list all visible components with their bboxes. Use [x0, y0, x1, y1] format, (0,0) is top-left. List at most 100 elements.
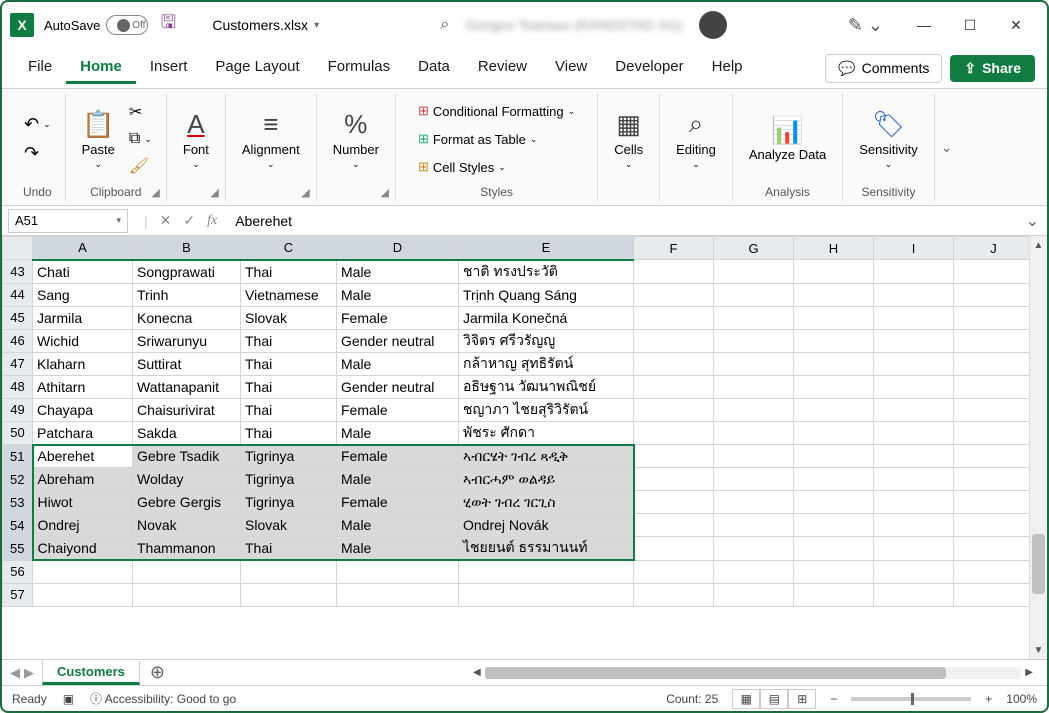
cell-D55[interactable]: Male — [337, 537, 459, 561]
cell-I47[interactable] — [874, 352, 954, 375]
row-header-53[interactable]: 53 — [3, 491, 33, 514]
enter-formula-icon[interactable]: ✓ — [179, 212, 199, 229]
grid-inner[interactable]: ABCDEFGHIJ43ChatiSongprawatiThaiMaleชาติ… — [2, 236, 1029, 659]
col-header-J[interactable]: J — [954, 237, 1030, 260]
minimize-button[interactable]: — — [901, 7, 947, 43]
cell-A56[interactable] — [33, 560, 133, 583]
row-header-45[interactable]: 45 — [3, 306, 33, 329]
cell-A52[interactable]: Abreham — [33, 468, 133, 491]
cell-F55[interactable] — [634, 537, 714, 561]
cell-C47[interactable]: Thai — [241, 352, 337, 375]
cell-C43[interactable]: Thai — [241, 260, 337, 284]
cell-A57[interactable] — [33, 583, 133, 606]
col-header-E[interactable]: E — [459, 237, 634, 260]
alignment-launcher[interactable]: ◢ — [299, 186, 311, 199]
cell-E55[interactable]: ไชยยนต์ ธรรมานนท์ — [459, 537, 634, 561]
cell-A45[interactable]: Jarmila — [33, 306, 133, 329]
cell-F43[interactable] — [634, 260, 714, 284]
cell-I44[interactable] — [874, 283, 954, 306]
cell-G56[interactable] — [714, 560, 794, 583]
cell-B56[interactable] — [133, 560, 241, 583]
cell-F56[interactable] — [634, 560, 714, 583]
scroll-up-arrow[interactable]: ▲ — [1030, 236, 1047, 254]
tab-review[interactable]: Review — [464, 52, 541, 84]
cell-F48[interactable] — [634, 375, 714, 398]
editing-button[interactable]: ⌕ Editing ⌄ — [670, 104, 722, 174]
cell-C46[interactable]: Thai — [241, 329, 337, 352]
row-header-55[interactable]: 55 — [3, 537, 33, 561]
cell-B46[interactable]: Sriwarunyu — [133, 329, 241, 352]
cell-A55[interactable]: Chaiyond — [33, 537, 133, 561]
sheet-nav[interactable]: ◀▶ — [2, 665, 42, 681]
cell-B53[interactable]: Gebre Gergis — [133, 491, 241, 514]
cell-D46[interactable]: Gender neutral — [337, 329, 459, 352]
cell-J57[interactable] — [954, 583, 1030, 606]
cell-H45[interactable] — [794, 306, 874, 329]
scroll-down-arrow[interactable]: ▼ — [1030, 641, 1047, 659]
ribbon-collapse-button[interactable]: ⌄ — [935, 139, 959, 156]
cell-E48[interactable]: อธิษฐาน วัฒนาพณิชย์ — [459, 375, 634, 398]
format-as-table-button[interactable]: ⊞ Format as Table ⌄ — [414, 128, 579, 150]
cell-B43[interactable]: Songprawati — [133, 260, 241, 284]
formula-expand-button[interactable]: ⌄ — [1018, 211, 1047, 231]
close-button[interactable]: ✕ — [993, 7, 1039, 43]
cell-A46[interactable]: Wichid — [33, 329, 133, 352]
cell-B57[interactable] — [133, 583, 241, 606]
cell-F51[interactable] — [634, 445, 714, 468]
cell-B54[interactable]: Novak — [133, 514, 241, 537]
cell-I51[interactable] — [874, 445, 954, 468]
sheet-tab-customers[interactable]: Customers — [42, 661, 140, 685]
toggle-switch[interactable]: Off — [106, 15, 148, 35]
cell-F52[interactable] — [634, 468, 714, 491]
row-header-57[interactable]: 57 — [3, 583, 33, 606]
tab-help[interactable]: Help — [698, 52, 757, 84]
cell-C52[interactable]: Tigrinya — [241, 468, 337, 491]
cell-C53[interactable]: Tigrinya — [241, 491, 337, 514]
cell-G57[interactable] — [714, 583, 794, 606]
alignment-button[interactable]: ≡ Alignment ⌄ — [236, 105, 306, 174]
col-header-C[interactable]: C — [241, 237, 337, 260]
undo-button[interactable]: ↶⌄ — [20, 111, 55, 138]
scroll-left-arrow[interactable]: ◀ — [469, 667, 485, 678]
number-launcher[interactable]: ◢ — [378, 186, 390, 199]
paste-button[interactable]: 📋 Paste ⌄ — [76, 105, 121, 174]
col-header-H[interactable]: H — [794, 237, 874, 260]
zoom-slider-knob[interactable] — [911, 693, 914, 705]
vscroll-thumb[interactable] — [1032, 534, 1045, 594]
cell-E53[interactable]: ሂወት ገብረ ገርጊስ — [459, 491, 634, 514]
cell-I49[interactable] — [874, 398, 954, 421]
cell-F49[interactable] — [634, 398, 714, 421]
font-launcher[interactable]: ◢ — [208, 186, 220, 199]
cell-J45[interactable] — [954, 306, 1030, 329]
cell-C57[interactable] — [241, 583, 337, 606]
name-box[interactable]: A51 ▾ — [8, 209, 128, 233]
cell-D54[interactable]: Male — [337, 514, 459, 537]
zoom-level[interactable]: 100% — [1006, 692, 1037, 706]
tab-file[interactable]: File — [14, 52, 66, 84]
cell-C45[interactable]: Slovak — [241, 306, 337, 329]
comments-button[interactable]: 💬 Comments — [825, 54, 942, 83]
cell-J52[interactable] — [954, 468, 1030, 491]
view-pagebreak-button[interactable]: ⊞ — [788, 689, 816, 709]
grid-table[interactable]: ABCDEFGHIJ43ChatiSongprawatiThaiMaleชาติ… — [2, 236, 1029, 607]
cell-E49[interactable]: ชญาภา ไชยสุริวิรัตน์ — [459, 398, 634, 421]
vertical-scrollbar[interactable]: ▲ ▼ — [1029, 236, 1047, 659]
cell-E57[interactable] — [459, 583, 634, 606]
sensitivity-button[interactable]: 🏷 Sensitivity ⌄ — [853, 105, 924, 174]
scroll-right-arrow[interactable]: ▶ — [1021, 667, 1037, 678]
macro-record-icon[interactable]: ▣ — [63, 692, 74, 706]
cell-G44[interactable] — [714, 283, 794, 306]
cell-I56[interactable] — [874, 560, 954, 583]
cell-E46[interactable]: วิจิตร ศรีวรัญญู — [459, 329, 634, 352]
cell-I48[interactable] — [874, 375, 954, 398]
filename[interactable]: Customers.xlsx ▾ — [212, 17, 319, 33]
vscroll-track[interactable] — [1030, 254, 1047, 641]
col-header-F[interactable]: F — [634, 237, 714, 260]
cell-E54[interactable]: Ondrej Novák — [459, 514, 634, 537]
cell-I54[interactable] — [874, 514, 954, 537]
cell-H49[interactable] — [794, 398, 874, 421]
view-pagelayout-button[interactable]: ▤ — [760, 689, 788, 709]
cell-A48[interactable]: Athitarn — [33, 375, 133, 398]
cell-F47[interactable] — [634, 352, 714, 375]
save-icon[interactable]: 🖫 — [158, 15, 178, 35]
